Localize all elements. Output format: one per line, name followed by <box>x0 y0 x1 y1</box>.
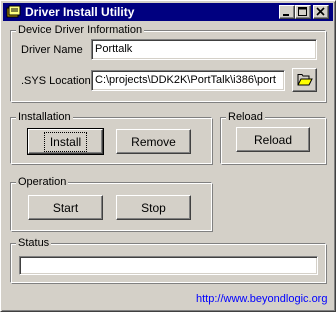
operation-legend: Operation <box>16 176 69 188</box>
start-button-label: Start <box>52 200 79 215</box>
driver-name-field[interactable]: Porttalk <box>91 39 317 60</box>
reload-legend: Reload <box>226 111 265 123</box>
driver-name-label: Driver Name <box>21 44 83 56</box>
status-legend: Status <box>16 237 52 249</box>
sys-location-field[interactable]: C:\projects\DDK2K\PortTalk\i386\port <box>91 70 285 91</box>
status-field <box>19 256 318 275</box>
start-button[interactable]: Start <box>28 195 103 220</box>
title-bar[interactable]: Driver Install Utility <box>3 3 333 21</box>
app-window: Driver Install Utility Device Driver Inf… <box>0 0 336 312</box>
maximize-icon <box>298 7 307 16</box>
app-icon[interactable] <box>6 4 22 20</box>
maximize-button[interactable] <box>295 5 311 19</box>
reload-button-label: Reload <box>253 132 293 147</box>
website-link[interactable]: http://www.beyondlogic.org <box>196 293 327 305</box>
install-button-label: Install <box>43 131 88 152</box>
minimize-icon <box>283 14 289 16</box>
installation-legend: Installation <box>16 111 73 123</box>
remove-button[interactable]: Remove <box>116 129 191 154</box>
close-icon <box>316 7 325 16</box>
sys-location-label: .SYS Location <box>21 75 91 87</box>
device-driver-info-legend: Device Driver Information <box>16 24 145 36</box>
stop-button[interactable]: Stop <box>116 195 191 220</box>
browse-button[interactable] <box>292 68 317 92</box>
stop-button-label: Stop <box>141 200 166 215</box>
minimize-button[interactable] <box>279 5 295 19</box>
close-button[interactable] <box>313 5 329 19</box>
window-title: Driver Install Utility <box>25 5 135 19</box>
reload-button[interactable]: Reload <box>236 127 310 152</box>
folder-open-icon <box>297 74 313 86</box>
install-button[interactable]: Install <box>27 128 104 155</box>
remove-button-label: Remove <box>131 134 176 149</box>
